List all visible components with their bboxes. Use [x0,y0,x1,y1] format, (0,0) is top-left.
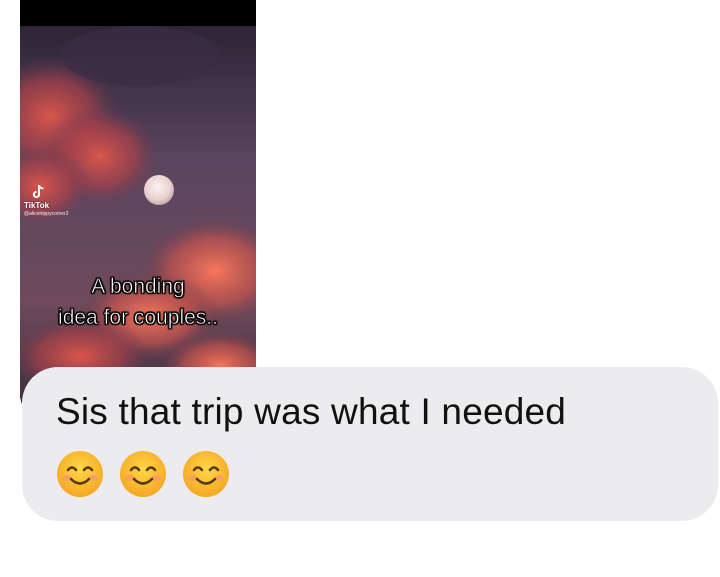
tiktok-brand-name: TikTok [24,201,50,210]
smiling-face-icon [57,451,103,497]
night-sky-background [20,26,256,420]
moon-icon [144,175,174,205]
emoji-row [56,450,230,498]
caption-line-2: idea for couples.. [58,306,219,330]
video-caption: A bonding idea for couples.. [20,271,256,333]
message-text: Sis that trip was what I needed [56,391,567,432]
video-message-preview[interactable]: TikTok @alicetrippycorner2 A bonding ide… [20,0,256,420]
tiktok-handle: @alicetrippycorner2 [24,211,69,217]
tiktok-logo-icon [32,184,44,199]
smiling-face-icon [183,451,229,497]
video-top-corners [20,0,256,26]
caption-line-1: A bonding [91,275,185,299]
tiktok-watermark: TikTok @alicetrippycorner2 [24,184,69,217]
smiling-face-icon [120,451,166,497]
